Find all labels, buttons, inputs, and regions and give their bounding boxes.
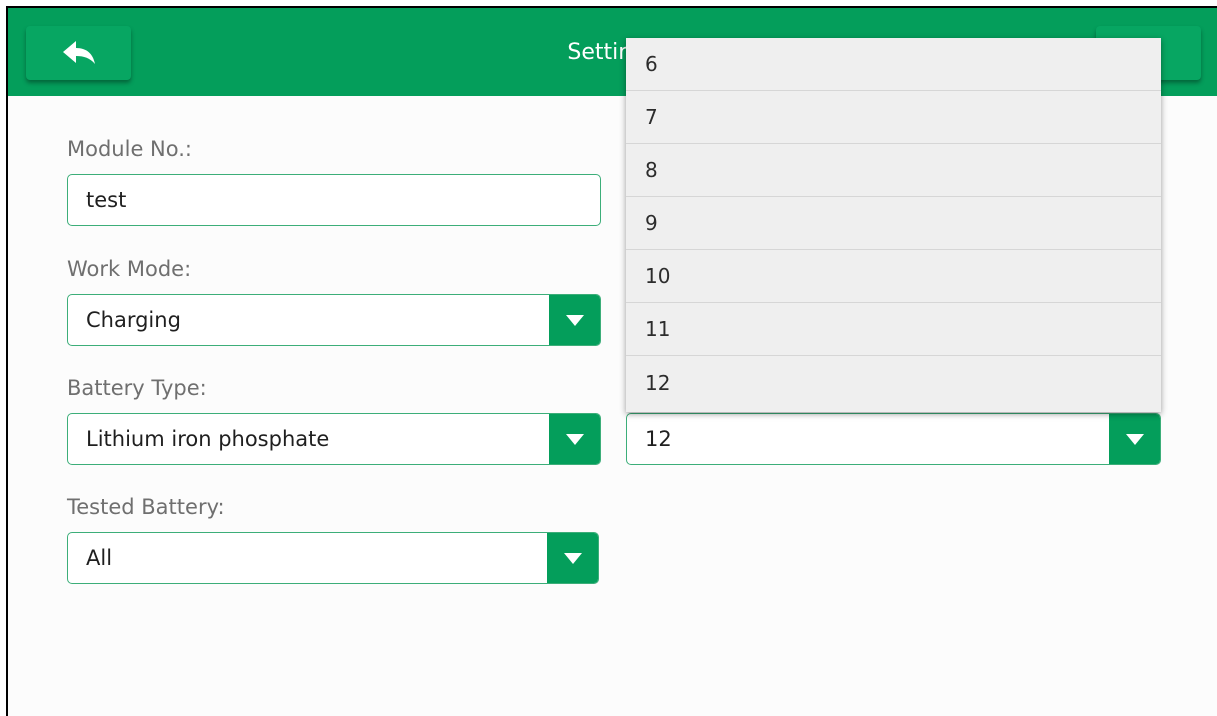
tested-battery-select[interactable]: All <box>67 532 599 584</box>
dropdown-option[interactable]: 10 <box>626 250 1161 303</box>
chevron-down-icon <box>566 314 584 326</box>
dropdown-option[interactable]: 7 <box>626 91 1161 144</box>
right-column-select[interactable]: 12 <box>626 413 1161 465</box>
tested-battery-label: Tested Battery: <box>67 495 225 519</box>
work-mode-label: Work Mode: <box>67 257 192 281</box>
module-no-input[interactable]: test <box>67 174 601 226</box>
chevron-down-icon <box>564 552 582 564</box>
app-window: Settings Module No.: test Work Mode: Cha… <box>6 6 1217 716</box>
dropdown-option[interactable]: 6 <box>626 38 1161 91</box>
dropdown-option[interactable]: 11 <box>626 303 1161 356</box>
battery-type-value: Lithium iron phosphate <box>86 427 330 451</box>
module-no-label: Module No.: <box>67 137 192 161</box>
tested-battery-dropdown-button[interactable] <box>547 533 598 583</box>
dropdown-option[interactable]: 12 <box>626 356 1161 409</box>
work-mode-dropdown-button[interactable] <box>549 295 600 345</box>
battery-type-label: Battery Type: <box>67 376 207 400</box>
chevron-down-icon <box>566 433 584 445</box>
battery-type-dropdown-button[interactable] <box>549 414 600 464</box>
work-mode-select[interactable]: Charging <box>67 294 601 346</box>
dropdown-menu: 6 7 8 9 10 11 12 <box>626 38 1161 412</box>
dropdown-option[interactable]: 9 <box>626 197 1161 250</box>
work-mode-value: Charging <box>86 308 181 332</box>
chevron-down-icon <box>1126 433 1144 445</box>
tested-battery-value: All <box>86 546 113 570</box>
battery-type-select[interactable]: Lithium iron phosphate <box>67 413 601 465</box>
right-column-dropdown-button[interactable] <box>1109 414 1160 464</box>
right-column-select-value: 12 <box>645 427 672 451</box>
module-no-value: test <box>86 188 127 212</box>
dropdown-option[interactable]: 8 <box>626 144 1161 197</box>
